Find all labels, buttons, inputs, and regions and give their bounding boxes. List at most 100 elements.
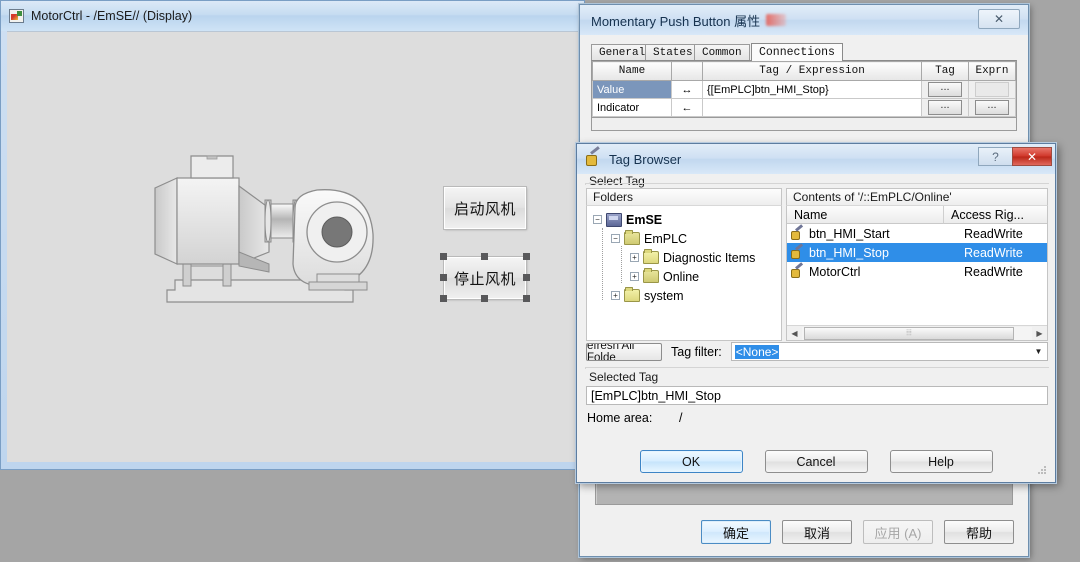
tag-access: ReadWrite — [964, 245, 1023, 260]
tag-icon — [585, 152, 601, 167]
scroll-right-icon[interactable]: ▶ — [1032, 329, 1047, 338]
tab-general[interactable]: General — [591, 44, 654, 60]
indicator-expression-field[interactable] — [702, 98, 922, 117]
ok-button-cn[interactable]: 确定 — [701, 520, 771, 544]
expander-icon[interactable]: + — [611, 291, 620, 300]
tree-node-emse[interactable]: − EmSE — [593, 210, 781, 229]
contents-list[interactable]: Name Access Rig... btn_HMI_Start ReadWri… — [786, 206, 1048, 341]
cancel-button-cn[interactable]: 取消 — [782, 520, 852, 544]
contents-horizontal-scrollbar[interactable]: ◀ ⦙⦙⦙ ▶ — [787, 325, 1047, 340]
tag-browser-titlebar[interactable]: Tag Browser ? ✕ — [577, 144, 1055, 174]
table-row[interactable]: Indicator ← ... ... — [592, 98, 1016, 117]
value-expression-field[interactable]: {[EmPLC]btn_HMI_Stop} — [702, 80, 922, 99]
selection-handle-sw[interactable] — [440, 295, 447, 302]
tree-label-system: system — [644, 288, 684, 303]
start-fan-label: 启动风机 — [453, 200, 516, 218]
resize-grip[interactable] — [1036, 464, 1047, 475]
list-item[interactable]: btn_HMI_Start ReadWrite — [787, 224, 1047, 243]
selected-tag-field[interactable]: [EmPLC]btn_HMI_Stop — [586, 386, 1048, 405]
tag-icon — [791, 228, 804, 240]
tree-label-emse: EmSE — [626, 212, 663, 227]
tag-name: MotorCtrl — [809, 264, 861, 279]
col-name: Name — [592, 61, 672, 81]
tag-access: ReadWrite — [964, 264, 1023, 279]
left-arrow-icon: ← — [671, 98, 703, 117]
indicator-exprn-button[interactable]: ... — [975, 100, 1009, 115]
refresh-all-folders-button[interactable]: efresh All Folde — [586, 342, 662, 361]
help-button-cn[interactable]: 帮助 — [944, 520, 1014, 544]
folder-open-icon — [643, 268, 659, 283]
mpb-titlebar[interactable]: Momentary Push Button 属性 ✕ — [580, 5, 1028, 35]
selection-handle-e[interactable] — [523, 274, 530, 281]
expander-icon[interactable]: − — [593, 215, 602, 224]
tag-filter-combobox[interactable]: <None> ▼ — [730, 342, 1048, 361]
close-icon[interactable]: ✕ — [978, 9, 1020, 29]
table-row[interactable]: Value ↔ {[EmPLC]btn_HMI_Stop} ... — [592, 80, 1016, 99]
connections-table-filler — [591, 118, 1017, 131]
selected-tag-group-label: Selected Tag — [587, 370, 661, 384]
group-divider — [585, 183, 1049, 185]
help-icon[interactable]: ? — [978, 147, 1012, 166]
selection-handle-ne[interactable] — [523, 253, 530, 260]
selection-handle-w[interactable] — [440, 274, 447, 281]
contents-col-name[interactable]: Name — [787, 206, 944, 224]
tree-label-online: Online — [663, 269, 700, 284]
selection-handle-nw[interactable] — [440, 253, 447, 260]
chevron-down-icon[interactable]: ▼ — [1030, 343, 1047, 360]
folders-header: Folders — [586, 188, 782, 206]
contents-col-access[interactable]: Access Rig... — [944, 206, 1047, 224]
selection-handle-n[interactable] — [481, 253, 488, 260]
home-area-value: / — [679, 411, 683, 425]
display-titlebar[interactable]: MotorCtrl - /EmSE// (Display) — [1, 1, 584, 31]
value-exprn-cell — [968, 80, 1016, 99]
list-item[interactable]: MotorCtrl ReadWrite — [787, 262, 1047, 281]
group-divider — [585, 367, 1049, 369]
centrifugal-fan-graphic — [154, 155, 374, 303]
tab-states[interactable]: States — [645, 44, 701, 60]
device-icon — [606, 212, 622, 227]
start-fan-button[interactable]: 启动风机 — [444, 187, 526, 229]
expander-icon[interactable]: − — [611, 234, 620, 243]
tag-browser-dialog: Tag Browser ? ✕ Select Tag Folders − EmS… — [576, 143, 1056, 483]
scrollbar-thumb[interactable]: ⦙⦙⦙ — [804, 326, 1014, 340]
folders-tree[interactable]: − EmSE − EmPLC + Diagnostic Items + Onli… — [586, 206, 782, 341]
stop-fan-button[interactable]: 停止风机 — [444, 257, 526, 299]
display-icon — [9, 9, 24, 23]
value-tag-browse-button[interactable]: ... — [928, 82, 962, 97]
contents-column-headers: Name Access Rig... — [787, 206, 1047, 224]
indicator-tag-browse-button[interactable]: ... — [928, 100, 962, 115]
stop-fan-label: 停止风机 — [453, 270, 516, 288]
scrollbar-track[interactable]: ⦙⦙⦙ — [802, 326, 1032, 340]
redacted-mark — [766, 14, 787, 26]
list-item[interactable]: btn_HMI_Stop ReadWrite — [787, 243, 1047, 262]
contents-header: Contents of '/::EmPLC/Online' — [786, 188, 1048, 206]
col-arrow — [671, 61, 703, 81]
select-tag-group-label: Select Tag — [587, 174, 647, 188]
scroll-left-icon[interactable]: ◀ — [787, 329, 802, 338]
display-window-title: MotorCtrl - /EmSE// (Display) — [31, 9, 193, 23]
tree-label-diagnostic-items: Diagnostic Items — [663, 250, 756, 265]
selection-handle-se[interactable] — [523, 295, 530, 302]
tab-common[interactable]: Common — [694, 44, 750, 60]
col-tag-expression: Tag / Expression — [702, 61, 922, 81]
help-button[interactable]: Help — [889, 450, 993, 473]
selection-handle-s[interactable] — [481, 295, 488, 302]
tag-browser-title: Tag Browser — [609, 151, 682, 167]
tag-name: btn_HMI_Stop — [809, 245, 889, 260]
connections-table[interactable]: Name Tag / Expression Tag Exprn Value ↔ … — [591, 60, 1017, 118]
expander-icon[interactable]: + — [630, 253, 639, 262]
home-area-label: Home area: — [587, 411, 653, 425]
display-window: MotorCtrl - /EmSE// (Display) 启动风机 停止风机 — [0, 0, 585, 470]
close-icon[interactable]: ✕ — [1012, 147, 1052, 166]
tree-node-system[interactable]: + system — [593, 286, 781, 305]
value-tag-browse-cell: ... — [921, 80, 969, 99]
expander-icon[interactable]: + — [630, 272, 639, 281]
tree-label-emplc: EmPLC — [644, 231, 688, 246]
cancel-button[interactable]: Cancel — [764, 450, 868, 473]
tab-connections[interactable]: Connections — [751, 43, 843, 61]
apply-button-cn: 应用 (A) — [863, 520, 933, 544]
row-name-indicator: Indicator — [592, 98, 672, 117]
tag-access: ReadWrite — [964, 226, 1023, 241]
display-canvas[interactable]: 启动风机 停止风机 — [7, 31, 578, 462]
ok-button[interactable]: OK — [639, 450, 743, 473]
